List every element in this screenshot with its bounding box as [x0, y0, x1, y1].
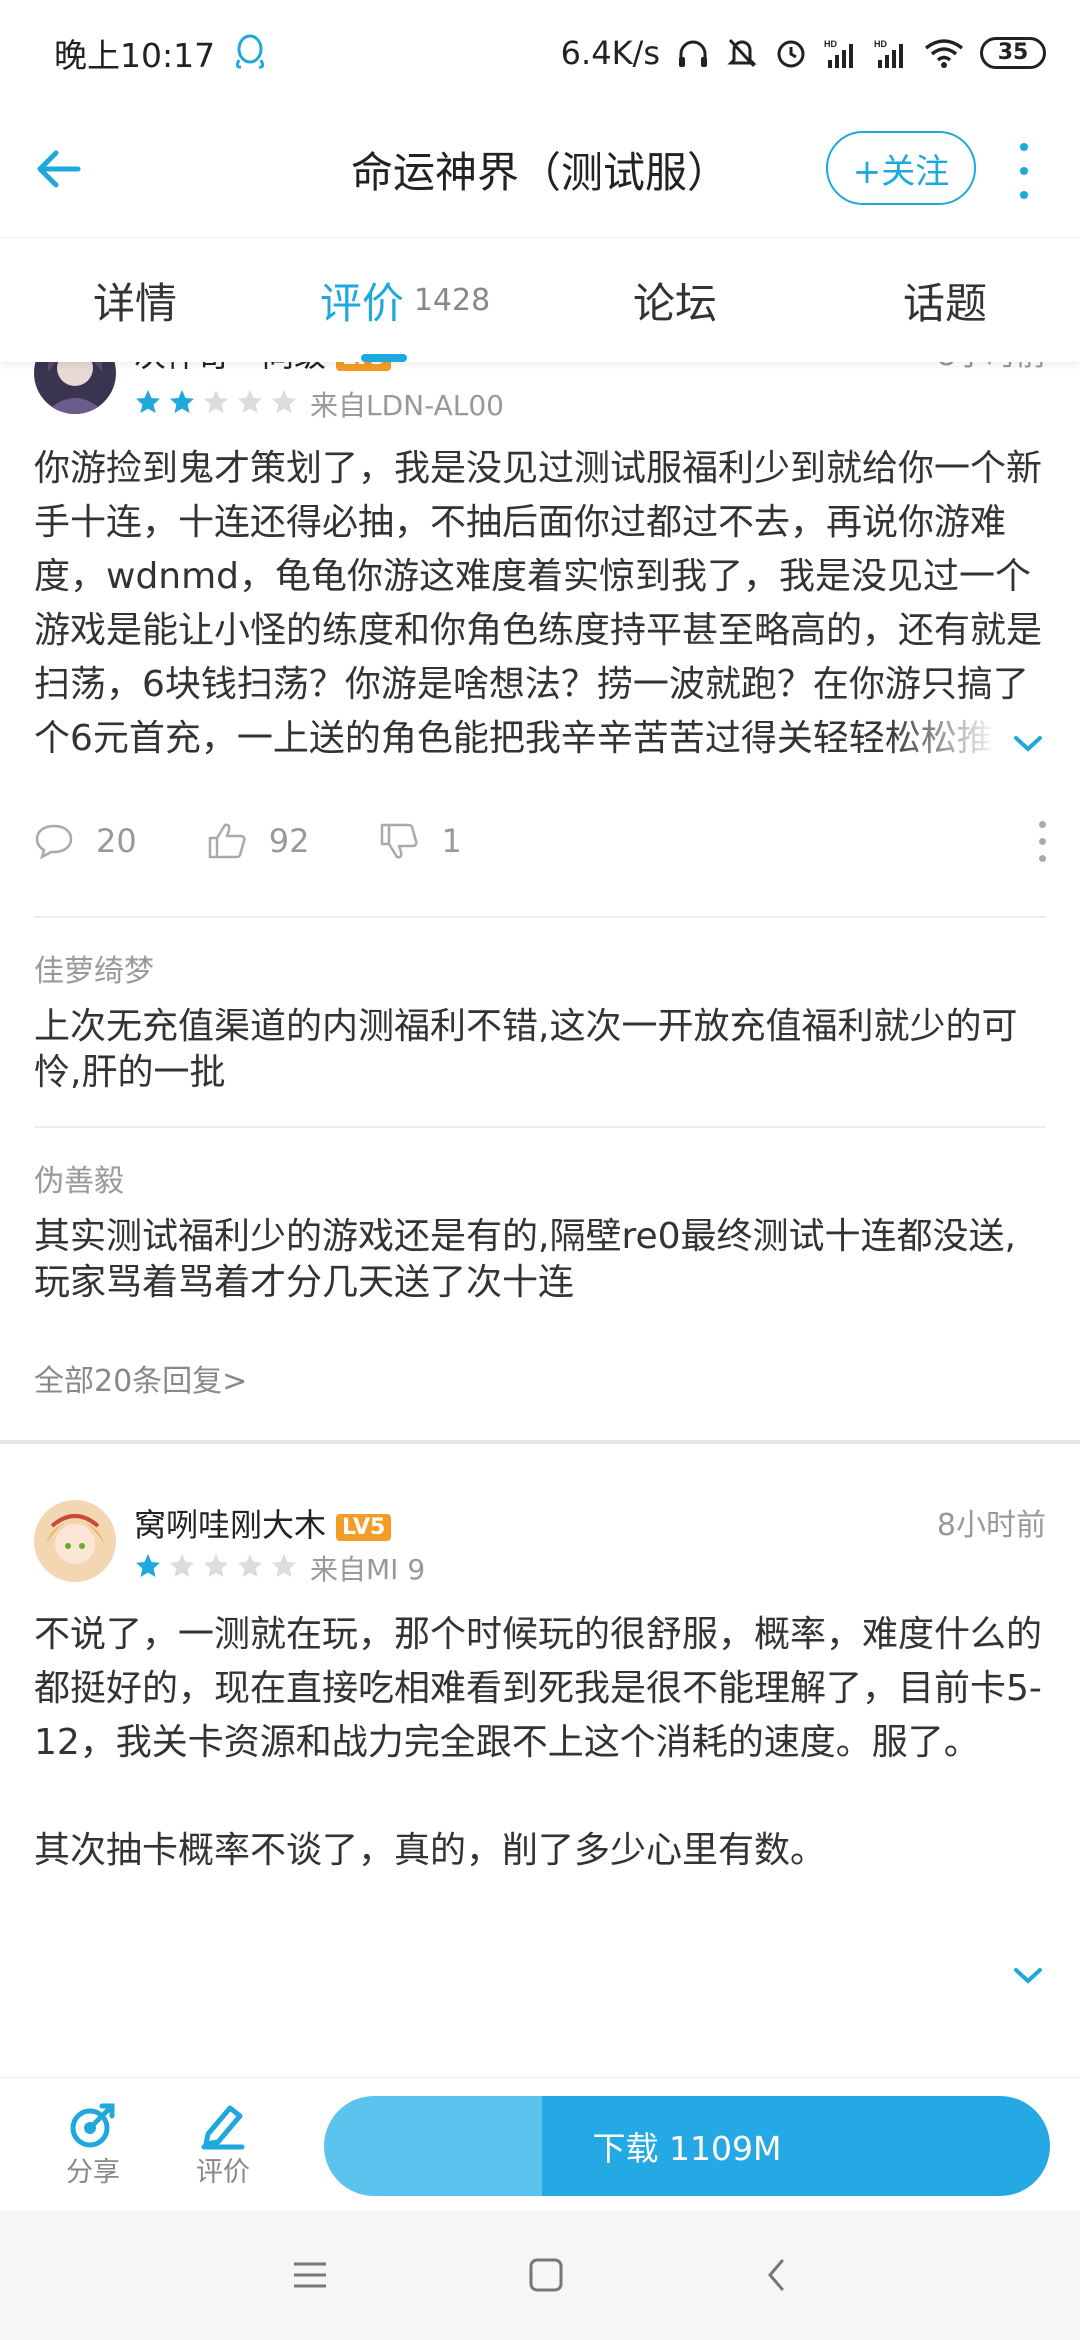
review-body[interactable]: 你游捡到鬼才策划了，我是没见过测试服福利少到就给你一个新手十连，十连还得必抽，不… — [34, 442, 1046, 766]
edit-pen-icon — [201, 2105, 245, 2149]
status-time: 晚上10:17 — [54, 35, 216, 75]
star-empty-icon — [170, 1554, 194, 1577]
hd-signal-icon: HD — [874, 39, 903, 68]
review-username[interactable]: 次伴奇一同级LV3 — [134, 362, 392, 376]
tab-topics[interactable]: 话题 — [810, 238, 1080, 362]
alarm-icon — [777, 40, 805, 67]
rating-stars — [134, 1552, 298, 1580]
star-empty-icon — [238, 390, 262, 413]
network-speed: 6.4K/s — [560, 33, 660, 72]
download-button[interactable]: 下载 1109M — [324, 2096, 1050, 2196]
review-more-icon[interactable] — [1039, 820, 1046, 862]
back-nav-icon[interactable] — [764, 2257, 788, 2293]
review-body[interactable]: 不说了，一测就在玩，那个时候玩的很舒服，概率，难度什么的都挺好的，现在直接吃相难… — [34, 1608, 1046, 1988]
mute-icon — [727, 38, 757, 67]
device-label: 来自MI 9 — [310, 1553, 426, 1586]
star-empty-icon — [238, 1554, 262, 1577]
hd-signal-icon: HD — [824, 39, 853, 68]
avatar[interactable] — [34, 1500, 116, 1582]
tab-forum[interactable]: 论坛 — [540, 238, 810, 362]
tab-reviews[interactable]: 评价 1428 — [270, 238, 540, 362]
level-badge: LV3 — [336, 362, 392, 371]
share-button[interactable]: 分享 — [28, 2100, 158, 2189]
reply-item[interactable]: 伪善毅 其实测试福利少的游戏还是有的,隔壁re0最终测试十连都没送,玩家骂着骂着… — [0, 1128, 1080, 1336]
app-header: 命运神界（测试服） +关注 — [0, 105, 1080, 235]
star-filled-icon — [170, 390, 194, 413]
status-bar: 晚上10:17 6.4K/s HD HD 35 — [0, 0, 1080, 105]
system-nav-bar — [0, 2210, 1080, 2340]
headphone-icon — [679, 40, 707, 67]
follow-button[interactable]: +关注 — [826, 131, 976, 205]
all-replies-link[interactable]: 全部20条回复> — [0, 1336, 1080, 1440]
svg-text:HD: HD — [824, 39, 837, 49]
expand-chevron-icon[interactable] — [1012, 732, 1044, 754]
share-icon — [70, 2103, 115, 2147]
rating-stars — [134, 388, 298, 416]
reply-username[interactable]: 佳萝绮梦 — [34, 946, 1046, 990]
svg-text:HD: HD — [874, 39, 887, 49]
review-card: 窝咧哇刚大木 LV5 8小时前 来自MI 9 不说了，一测就在玩，那个时候玩的很舒… — [0, 1444, 1080, 1988]
more-menu-icon[interactable] — [1012, 143, 1036, 199]
tab-details[interactable]: 详情 — [0, 238, 270, 362]
star-empty-icon — [272, 1554, 296, 1577]
review-count: 1428 — [413, 282, 491, 318]
thumbs-down-icon — [381, 823, 419, 859]
active-tab-indicator — [361, 354, 407, 362]
star-empty-icon — [204, 390, 228, 413]
reply-item[interactable]: 佳萝绮梦 上次无充值渠道的内测福利不错,这次一开放充值福利就少的可怜,肝的一批 — [0, 918, 1080, 1126]
expand-chevron-icon[interactable] — [1012, 1964, 1044, 1986]
reply-text: 上次无充值渠道的内测福利不错,这次一开放充值福利就少的可怜,肝的一批 — [34, 1006, 1018, 1093]
review-list[interactable]: 次伴奇一同级LV3 8小时前 来自LDN-AL00 你游捡到鬼才策划了，我是没见… — [0, 362, 1080, 2077]
review-time: 8小时前 — [936, 1508, 1046, 1543]
qq-icon — [236, 34, 265, 69]
review-actions: 20 92 1 — [0, 766, 1080, 916]
like-button[interactable]: 92 — [207, 822, 309, 860]
tab-bar: 详情 评价 1428 论坛 话题 — [0, 237, 1080, 362]
comment-icon — [35, 824, 73, 859]
write-review-button[interactable]: 评价 — [158, 2100, 288, 2189]
star-empty-icon — [204, 1554, 228, 1577]
star-filled-icon — [136, 390, 160, 413]
thumbs-up-icon — [208, 823, 246, 859]
comment-button[interactable]: 20 — [34, 822, 137, 860]
battery-icon: 35 — [980, 36, 1046, 69]
bottom-action-bar: 分享 评价 下载 1109M — [0, 2077, 1080, 2210]
review-card: 次伴奇一同级LV3 8小时前 来自LDN-AL00 你游捡到鬼才策划了，我是没见… — [0, 362, 1080, 766]
wifi-icon — [924, 38, 964, 68]
dislike-button[interactable]: 1 — [379, 822, 462, 860]
level-badge: LV5 — [336, 1513, 392, 1541]
review-username[interactable]: 窝咧哇刚大木 LV5 — [134, 1500, 392, 1546]
menu-icon[interactable] — [292, 2260, 328, 2290]
home-icon[interactable] — [528, 2257, 564, 2293]
device-label: 来自LDN-AL00 — [310, 389, 504, 422]
reply-text: 其实测试福利少的游戏还是有的,隔壁re0最终测试十连都没送,玩家骂着骂着才分几天… — [34, 1216, 1016, 1303]
star-empty-icon — [272, 390, 296, 413]
avatar[interactable] — [34, 362, 116, 414]
reply-username[interactable]: 伪善毅 — [34, 1156, 1046, 1200]
star-filled-icon — [136, 1554, 160, 1577]
review-time: 8小时前 — [937, 362, 1046, 374]
